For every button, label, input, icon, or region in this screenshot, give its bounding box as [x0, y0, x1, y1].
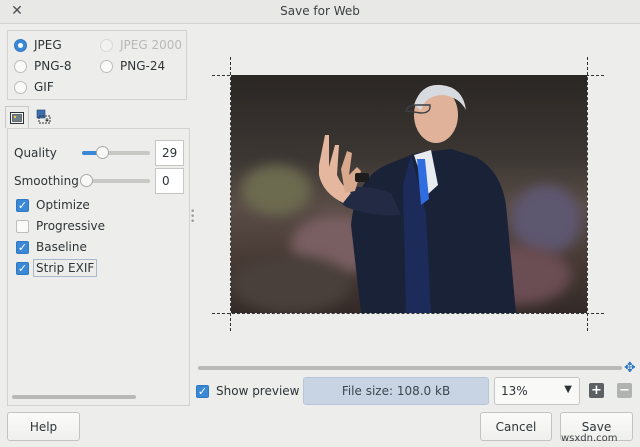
quality-spinbox[interactable]: 29	[155, 140, 184, 166]
strip-exif-checkbox[interactable]: ✓ Strip EXIF	[16, 259, 98, 277]
quality-slider-knob[interactable]	[95, 146, 109, 159]
format-label: PNG-24	[120, 59, 166, 73]
window-title: Save for Web	[280, 4, 360, 18]
move-icon[interactable]: ✥	[624, 361, 636, 375]
preview-horizontal-scrollbar[interactable]	[198, 366, 622, 370]
radio-dot	[14, 80, 27, 94]
checkmark-icon: ✓	[16, 261, 29, 275]
format-label: JPEG	[34, 38, 62, 52]
image-resize-icon	[36, 109, 51, 124]
zoom-out-button[interactable]: −	[617, 383, 632, 398]
jpeg-settings-panel: Quality 29 Smoothing 0 ✓ Optimize Progre…	[7, 128, 190, 406]
watermark-text: wsxdn.com	[561, 433, 618, 444]
format-jpeg2000-radio: JPEG 2000	[100, 37, 182, 53]
smoothing-slider-knob[interactable]	[80, 174, 93, 187]
baseline-checkbox[interactable]: ✓ Baseline	[16, 238, 87, 256]
file-size-indicator: File size: 108.0 kB	[303, 377, 489, 405]
image-settings-icon	[10, 111, 24, 124]
smoothing-label: Smoothing	[14, 174, 79, 188]
checkbox-label: Baseline	[36, 240, 87, 254]
format-label: JPEG 2000	[120, 38, 183, 52]
zoom-in-button[interactable]: +	[589, 383, 604, 398]
chevron-down-icon: ▼	[564, 384, 572, 395]
progressive-checkbox[interactable]: Progressive	[16, 217, 105, 235]
checkbox-label: Optimize	[36, 198, 90, 212]
zoom-value: 13%	[501, 384, 528, 398]
person-figure	[319, 84, 516, 313]
title-bar: ✕ Save for Web	[0, 0, 640, 24]
help-button[interactable]: Help	[7, 412, 80, 441]
radio-dot	[14, 59, 27, 73]
checkmark-icon: ✓	[16, 240, 29, 254]
checkmark-icon: ✓	[16, 198, 29, 212]
guide-right	[587, 57, 588, 331]
tab-image-settings[interactable]	[5, 106, 29, 128]
guide-bottom	[212, 313, 604, 314]
checkmark-icon: ✓	[196, 384, 209, 398]
cancel-button[interactable]: Cancel	[480, 412, 552, 441]
checkbox-empty-icon	[16, 219, 29, 233]
checkbox-label: Progressive	[36, 219, 106, 233]
format-label: PNG-8	[34, 59, 72, 73]
show-preview-label: Show preview	[216, 384, 300, 398]
format-group: JPEG JPEG 2000 PNG-8 PNG-24 GIF	[7, 30, 187, 100]
format-jpeg-radio[interactable]: JPEG	[14, 37, 62, 53]
format-label: GIF	[34, 80, 54, 94]
preview-image	[231, 75, 587, 313]
quality-label: Quality	[14, 146, 57, 160]
checkbox-label: Strip EXIF	[33, 259, 98, 277]
show-preview-checkbox[interactable]: ✓ Show preview	[196, 382, 300, 400]
settings-horizontal-scrollbar[interactable]	[12, 395, 136, 399]
smoothing-spinbox[interactable]: 0	[155, 168, 184, 194]
optimize-checkbox[interactable]: ✓ Optimize	[16, 196, 90, 214]
tab-image-resize[interactable]	[32, 106, 56, 128]
radio-dot	[14, 38, 27, 52]
radio-dot	[100, 38, 113, 52]
format-gif-radio[interactable]: GIF	[14, 79, 54, 95]
format-png24-radio[interactable]: PNG-24	[100, 58, 165, 74]
radio-dot	[100, 59, 113, 73]
zoom-select[interactable]: 13% ▼	[494, 377, 580, 405]
format-png8-radio[interactable]: PNG-8	[14, 58, 71, 74]
